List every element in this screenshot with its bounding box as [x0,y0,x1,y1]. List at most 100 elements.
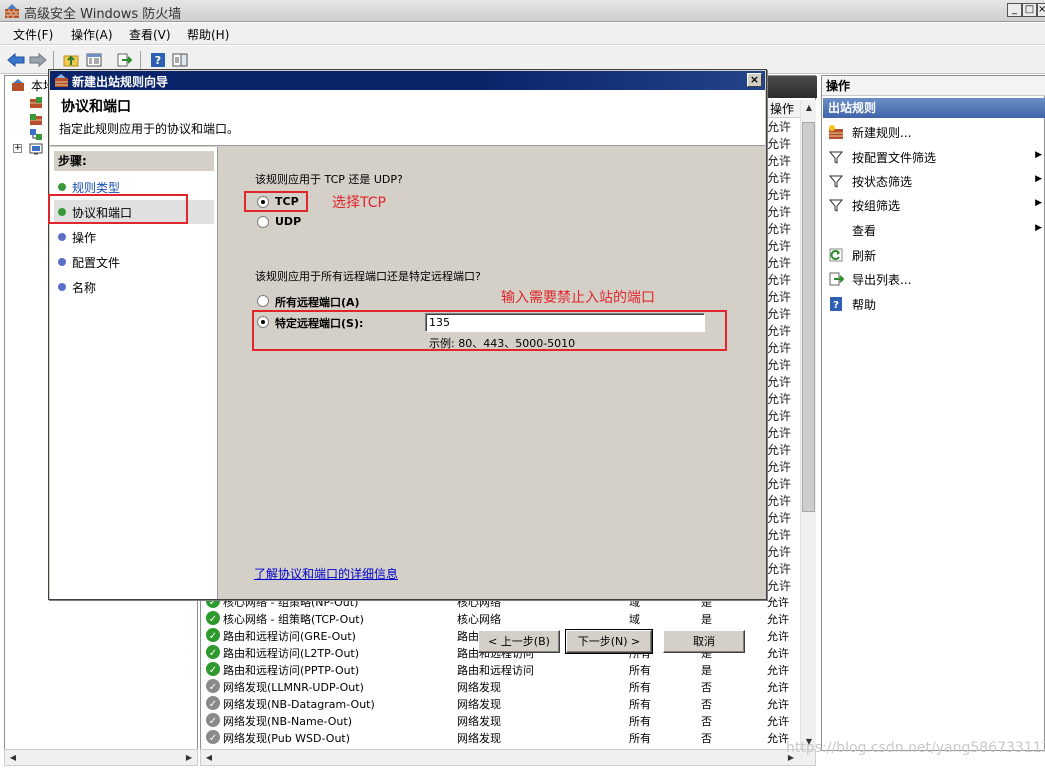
protocol-question: 该规则应用于 TCP 还是 UDP? [255,173,403,186]
export-list-icon[interactable] [114,50,134,70]
menu-action[interactable]: 操作(A) [71,26,113,43]
action-cell: 允许 [767,222,792,236]
up-folder-icon[interactable] [61,50,81,70]
menu-file[interactable]: 文件(F) [13,26,53,43]
outbound-rules-icon[interactable] [29,113,43,127]
vertical-scrollbar[interactable]: ▲ ▼ [800,100,816,750]
action-help[interactable]: ? 帮助 [822,292,1044,316]
tree-horizontal-scrollbar[interactable]: ◀ ▶ [4,749,198,766]
radio-all-remote-ports[interactable]: 所有远程端口(A) [257,294,397,310]
column-header-action[interactable]: 操作 [767,100,801,118]
menu-view[interactable]: 查看(V) [129,26,171,43]
monitoring-icon[interactable] [29,142,43,156]
action-new-rule[interactable]: 新建规则... [822,120,1044,144]
action-cell: 允许 [767,528,792,542]
rule-name-cell: 路由和远程访问(PPTP-Out) [223,664,360,677]
tree-expander[interactable]: + [13,144,22,153]
menu-help[interactable]: 帮助(H) [187,26,229,43]
step-action[interactable]: 操作 [54,225,214,249]
rule-enabled-cell: 是 [701,613,712,626]
action-pane-toggle-icon[interactable] [170,50,190,70]
annotation-enter-port: 输入需要禁止入站的端口 [501,290,655,306]
action-filter-group[interactable]: 按组筛选 ▶ [822,193,1044,217]
table-row[interactable]: ✓ 网络发现(Pub WSD-Out) 网络发现 所有否允许 [203,730,801,747]
radio-unchecked-icon[interactable] [257,295,269,307]
table-row[interactable]: ✓ 核心网络 - 组策略(TCP-Out) 核心网络 域 是 允许 [203,611,801,628]
radio-label: 所有远程端口(A) [275,296,360,309]
action-refresh[interactable]: 刷新 [822,243,1044,267]
rule-action-cell: 允许 [767,596,789,609]
rule-group-cell: 网络发现 [457,698,501,711]
step-label: 配置文件 [72,256,121,270]
show-hide-tree-icon[interactable] [84,50,104,70]
action-filter-state[interactable]: 按状态筛选 ▶ [822,169,1044,193]
scroll-thumb[interactable] [802,122,815,512]
step-complete-dot-icon [58,183,66,191]
toolbar-separator [140,51,141,69]
learn-more-link[interactable]: 了解协议和端口的详细信息 [254,565,398,582]
action-export-list[interactable]: 导出列表... [822,267,1044,291]
help-icon[interactable]: ? [148,50,168,70]
rule-action-cell: 允许 [767,681,789,694]
action-cell: 允许 [767,375,792,389]
rule-disabled-icon: ✓ [206,696,220,710]
rule-disabled-icon: ✓ [206,730,220,744]
action-cell: 允许 [767,392,792,406]
rule-profile-cell: 所有 [629,732,651,745]
table-row[interactable]: ✓ 网络发现(NB-Name-Out) 网络发现 所有 否 允许 [203,713,801,730]
rule-action-cell: 允许 [767,664,789,677]
dialog-titlebar: 新建出站规则向导 × [50,71,765,90]
connection-security-icon[interactable] [29,127,43,141]
rule-enabled-icon: ✓ [206,628,220,642]
rule-profile-cell: 所有 [629,715,651,728]
action-view[interactable]: 查看 ▶ [822,218,1044,242]
step-pending-dot-icon [58,258,66,266]
action-filter-profile[interactable]: 按配置文件筛选 ▶ [822,145,1044,169]
step-name[interactable]: 名称 [54,275,214,299]
maximize-button[interactable]: □ [1022,3,1037,17]
list-horizontal-scrollbar[interactable]: ◀ ▶ [200,749,816,766]
page-subheading: 指定此规则应用于的协议和端口。 [59,122,240,136]
table-row[interactable]: ✓ 网络发现(NB-Datagram-Out) 网络发现 所有 否 允许 [203,696,801,713]
step-pending-dot-icon [58,283,66,291]
table-row[interactable]: ✓ 网络发现(LLMNR-UDP-Out) 网络发现 所有 否 允许 [203,679,801,696]
dialog-close-button[interactable]: × [747,73,762,87]
firewall-icon [55,74,68,87]
rule-group-cell: 网络发现 [457,732,501,745]
scroll-left-icon[interactable]: ◀ [201,750,217,765]
rule-enabled-cell: 是 [701,664,712,677]
minimize-button[interactable]: _ [1007,3,1022,17]
action-label: 帮助 [852,298,877,312]
next-button[interactable]: 下一步(N) > [565,629,653,654]
table-row[interactable]: ✓ 路由和远程访问(PPTP-Out) 路由和远程访问 所有 是 允许 [203,662,801,679]
forward-arrow-icon[interactable] [28,50,48,70]
action-cell: 允许 [767,273,792,287]
actions-section-outbound[interactable]: 出站规则 [823,98,1045,118]
action-cell: 允许 [767,137,792,151]
action-cell: 允许 [767,358,792,372]
cancel-button[interactable]: 取消 [663,630,745,653]
radio-unchecked-icon[interactable] [257,216,269,228]
scroll-left-icon[interactable]: ◀ [5,750,21,765]
scroll-right-icon[interactable]: ▶ [181,750,197,765]
rule-group-cell: 网络发现 [457,715,501,728]
inbound-rules-icon[interactable] [29,96,43,110]
action-cell: 允许 [767,324,792,338]
back-arrow-icon[interactable] [6,50,26,70]
rule-name-cell: 网络发现(NB-Name-Out) [223,715,352,728]
step-profile[interactable]: 配置文件 [54,250,214,274]
firewall-icon [5,4,19,18]
action-cell: 允许 [767,205,792,219]
wizard-content: 该规则应用于 TCP 还是 UDP? TCP UDP 该规则应用于所有远程端口还… [219,147,766,654]
radio-udp[interactable]: UDP [257,215,317,231]
rule-name-cell: 核心网络 - 组策略(TCP-Out) [223,613,364,626]
submenu-arrow-icon: ▶ [1035,174,1042,184]
actions-header: 操作 [822,76,1045,96]
close-button[interactable]: × [1037,3,1045,17]
filter-icon [828,199,844,212]
rule-enabled-icon: ✓ [206,611,220,625]
menu-bar: 文件(F) 操作(A) 查看(V) 帮助(H) [0,23,1045,45]
back-button[interactable]: < 上一步(B) [478,630,560,653]
scroll-up-icon[interactable]: ▲ [801,100,817,116]
step-pending-dot-icon [58,233,66,241]
